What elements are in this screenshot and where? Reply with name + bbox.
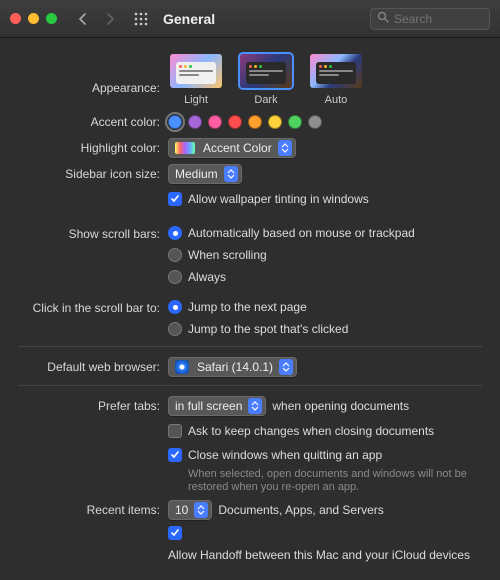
appearance-dark[interactable]: Dark [238,52,294,106]
click-scrollbar-spot[interactable]: Jump to the spot that's clicked [168,320,482,338]
click-scrollbar-next-label: Jump to the next page [188,298,307,316]
radio-icon[interactable] [168,226,182,240]
accent-swatch[interactable] [228,115,242,129]
scrollbars-auto[interactable]: Automatically based on mouse or trackpad [168,224,482,242]
back-button[interactable] [71,9,93,29]
wallpaper-tint-label: Allow wallpaper tinting in windows [188,190,369,208]
ask-changes-option[interactable]: Ask to keep changes when closing documen… [168,422,482,440]
scrollbars-always-label: Always [188,268,226,286]
recent-value: 10 [175,503,188,517]
browser-value: Safari (14.0.1) [197,360,273,374]
scrollbars-always[interactable]: Always [168,268,482,286]
appearance-light[interactable]: Light [168,52,224,106]
recent-label: Recent items: [18,500,168,520]
appearance-options: Light Dark Auto [168,52,364,106]
radio-icon[interactable] [168,300,182,314]
highlight-popup[interactable]: Accent Color [168,138,296,158]
click-scrollbar-spot-label: Jump to the spot that's clicked [188,320,348,338]
minimize-icon[interactable] [28,13,39,24]
wallpaper-tint-option[interactable]: Allow wallpaper tinting in windows [168,190,482,208]
recent-popup[interactable]: 10 [168,500,212,520]
appearance-auto-label: Auto [325,94,348,106]
search-input[interactable] [394,12,483,26]
accent-swatch[interactable] [288,115,302,129]
close-windows-label: Close windows when quitting an app [188,446,382,464]
highlight-label: Highlight color: [18,138,168,158]
radio-icon[interactable] [168,270,182,284]
chevron-updown-icon [224,166,238,182]
checkbox-icon[interactable] [168,424,182,438]
chevron-updown-icon [279,359,293,375]
close-windows-sub: When selected, open documents and window… [168,468,482,494]
ask-changes-label: Ask to keep changes when closing documen… [188,422,434,440]
chevron-updown-icon [278,140,292,156]
sidebar-size-popup[interactable]: Medium [168,164,242,184]
forward-button[interactable] [99,9,121,29]
browser-popup[interactable]: Safari (14.0.1) [168,357,297,377]
accent-swatch[interactable] [208,115,222,129]
checkbox-icon[interactable] [168,448,182,462]
preferences-content: Appearance: Light Dark Auto Accent color… [0,38,500,580]
close-windows-option[interactable]: Close windows when quitting an app [168,446,482,464]
zoom-icon[interactable] [46,13,57,24]
chevron-updown-icon [194,502,208,518]
accent-swatch[interactable] [308,115,322,129]
highlight-value: Accent Color [203,141,272,155]
tabs-suffix: when opening documents [272,399,409,413]
tabs-label: Prefer tabs: [18,396,168,416]
divider [18,385,482,386]
search-icon [377,11,389,26]
titlebar: General [0,0,500,38]
click-scrollbar-next[interactable]: Jump to the next page [168,298,482,316]
accent-swatch[interactable] [248,115,262,129]
scrollbars-label: Show scroll bars: [18,224,168,244]
recent-suffix: Documents, Apps, and Servers [218,503,383,517]
tabs-popup[interactable]: in full screen [168,396,266,416]
tabs-value: in full screen [175,399,242,413]
close-icon[interactable] [10,13,21,24]
radio-icon[interactable] [168,248,182,262]
handoff-option[interactable]: Allow Handoff between this Mac and your … [168,526,482,564]
accent-swatch[interactable] [188,115,202,129]
checkbox-icon[interactable] [168,526,182,540]
scrollbars-auto-label: Automatically based on mouse or trackpad [188,224,415,242]
checkbox-icon[interactable] [168,192,182,206]
browser-label: Default web browser: [18,357,168,377]
highlight-swatch-icon [175,142,195,154]
accent-swatches [168,115,482,129]
accent-swatch[interactable] [168,115,182,129]
accent-label: Accent color: [18,112,168,132]
window-title: General [163,11,215,27]
radio-icon[interactable] [168,322,182,336]
search-field[interactable] [370,8,490,30]
window-controls [10,13,57,24]
scrollbars-scrolling-label: When scrolling [188,246,267,264]
sidebar-size-value: Medium [175,167,218,181]
appearance-dark-label: Dark [254,94,277,106]
divider [18,346,482,347]
scrollbars-scrolling[interactable]: When scrolling [168,246,482,264]
appearance-auto[interactable]: Auto [308,52,364,106]
handoff-label: Allow Handoff between this Mac and your … [168,546,470,564]
chevron-updown-icon [248,398,262,414]
click-scrollbar-label: Click in the scroll bar to: [18,298,168,318]
show-all-icon[interactable] [131,9,151,29]
accent-swatch[interactable] [268,115,282,129]
sidebar-size-label: Sidebar icon size: [18,164,168,184]
appearance-label: Appearance: [18,52,168,98]
safari-icon [175,360,189,374]
appearance-light-label: Light [184,94,208,106]
